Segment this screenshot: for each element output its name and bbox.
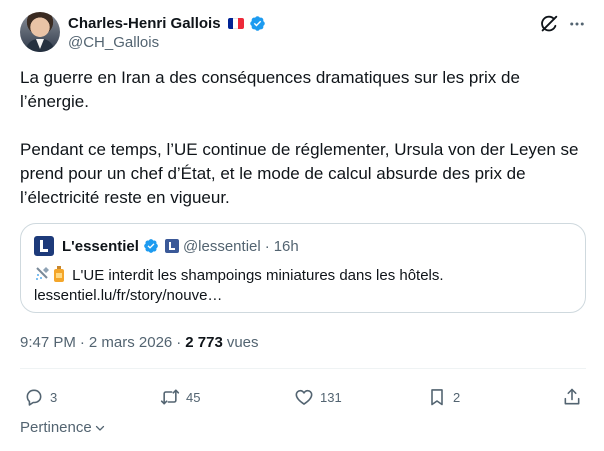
divider [20,368,586,369]
action-bar: 3 45 131 2 [20,383,586,411]
sort-dropdown[interactable]: Pertinence [20,419,106,436]
verified-icon [249,15,265,31]
like-count: 131 [320,389,342,405]
more-button[interactable] [565,12,589,36]
reply-count: 3 [50,389,58,405]
quote-text: L'UE interdit les shampoings miniatures … [34,266,574,286]
author-display-name[interactable]: Charles-Henri Gallois [68,15,221,32]
verified-icon [144,239,158,253]
france-flag-icon [227,17,244,29]
tweet-time[interactable]: 9:47 PM [20,334,76,351]
tweet-paragraph-1: La guerre en Iran a des conséquences dra… [20,68,520,111]
lotion-bottle-icon [54,266,64,282]
quote-separator: · [264,237,270,255]
meta-separator: · [176,334,182,351]
views-label: vues [226,334,259,351]
tweet-text: La guerre en Iran a des conséquences dra… [20,66,580,210]
quote-text-content: L'UE interdit les shampoings miniatures … [72,267,444,284]
repost-icon [160,389,180,405]
more-icon [570,22,584,26]
quote-author-name: L'essentiel [62,237,139,255]
tweet: Charles-Henri Gallois @CH_Gallois La gue… [0,0,604,451]
author-name-row: Charles-Henri Gallois [68,13,266,33]
chevron-down-icon [95,425,104,431]
reply-icon [26,389,42,406]
bookmark-icon [431,389,443,406]
reply-button[interactable]: 3 [24,383,57,411]
avatar[interactable] [20,12,60,52]
quote-author-handle: @lessentiel [182,237,261,255]
meta-separator: · [79,334,85,351]
quote-time: 16h [273,237,299,255]
bookmark-count: 2 [453,389,461,405]
shower-icon [36,267,49,280]
repost-button[interactable]: 45 [160,383,200,411]
lessentiel-logo-icon [34,236,54,256]
views-count: 2 773 [185,334,223,351]
author-handle[interactable]: @CH_Gallois [68,34,159,51]
affiliate-badge-icon [164,239,179,253]
quote-header: L'essentiel @lessentiel · 16h [34,236,299,256]
sort-label: Pertinence [20,419,92,436]
like-icon [295,389,313,405]
like-button[interactable]: 131 [294,383,342,411]
share-button[interactable] [562,383,582,411]
repost-count: 45 [186,389,201,405]
bookmark-button[interactable]: 2 [427,383,460,411]
tweet-date[interactable]: 2 mars 2026 [89,334,172,351]
tweet-paragraph-2: Pendant ce temps, l’UE continue de régle… [20,140,579,207]
quoted-tweet-card[interactable]: L'essentiel @lessentiel · 16h L'UE inter… [20,223,586,313]
grok-icon [541,15,558,32]
quote-link[interactable]: lessentiel.lu/fr/story/nouve… [34,286,222,306]
share-icon [564,388,580,405]
grok-button[interactable] [537,12,561,36]
tweet-meta: 9:47 PM · 2 mars 2026 · 2 773 vues [20,334,259,351]
